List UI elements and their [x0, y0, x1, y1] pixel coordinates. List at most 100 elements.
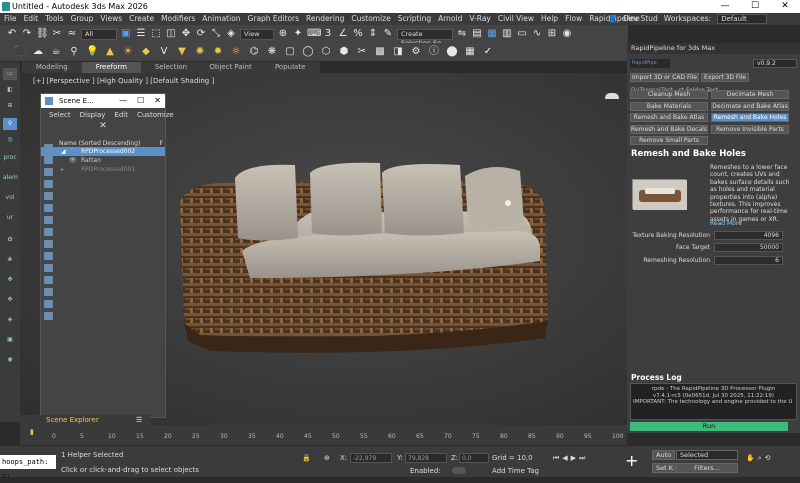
scene-minimize-button[interactable]: —: [119, 94, 127, 108]
timeline[interactable]: ▮ 0 5 10 15 20 25 30 35 40 45 50 55 60 65 70 75 80 85 90 95…: [20, 425, 627, 445]
collapse-icon[interactable]: ▸: [61, 165, 64, 174]
expand-icon[interactable]: ◢: [61, 147, 66, 156]
toggle-layer-explorer-icon[interactable]: ▥: [501, 28, 513, 40]
redo-icon[interactable]: ↷: [21, 28, 33, 40]
utility-icon-4[interactable]: ✥: [3, 294, 17, 306]
scene-maximize-button[interactable]: ☐: [137, 94, 144, 108]
scale-icon[interactable]: ⤡: [210, 28, 222, 40]
filter-shapes-icon[interactable]: [44, 156, 53, 164]
filter-geometry-icon[interactable]: [44, 144, 53, 152]
menu-file[interactable]: File: [4, 13, 17, 25]
add-time-tag-button[interactable]: Add Time Tag: [492, 467, 539, 475]
unlink-icon[interactable]: ✂: [51, 28, 63, 40]
select-manipulate-icon[interactable]: ✦: [292, 28, 304, 40]
filter-xrefs-icon[interactable]: [44, 228, 53, 236]
user-icon[interactable]: 👤: [608, 13, 617, 25]
filter-all-icon[interactable]: [44, 288, 53, 296]
add-key-icon[interactable]: +: [625, 451, 638, 470]
curve-editor-icon[interactable]: ∿: [531, 28, 543, 40]
tab-object-paint[interactable]: Object Paint: [201, 62, 261, 73]
list-item[interactable]: 👁 Rattan: [41, 156, 165, 165]
close-button[interactable]: ✕: [770, 0, 800, 13]
decimate-mesh-button[interactable]: Decimate Mesh: [711, 90, 789, 99]
scene-menu-edit[interactable]: Edit: [114, 111, 128, 119]
filter-bones-icon[interactable]: [44, 240, 53, 248]
remesh-bake-decals-button[interactable]: Remesh and Bake Decals: [630, 125, 708, 134]
vray-icon[interactable]: V: [158, 46, 170, 58]
filter-helpers-icon[interactable]: [44, 192, 53, 200]
filter-invert-icon[interactable]: [44, 312, 53, 320]
utility-icon-3[interactable]: ✤: [3, 274, 17, 286]
remeshing-resolution-input[interactable]: 6: [714, 256, 783, 265]
placement-icon[interactable]: ◈: [225, 28, 237, 40]
filter-lights-icon[interactable]: [44, 168, 53, 176]
modify-panel-icon[interactable]: ◧: [3, 84, 17, 96]
skylight-icon[interactable]: ☀: [122, 46, 134, 58]
display-panel-icon[interactable]: ◎: [3, 134, 17, 146]
angle-snap-icon[interactable]: ∠: [337, 28, 349, 40]
menu-help[interactable]: Help: [541, 13, 558, 25]
vray-vfb-icon[interactable]: ◨: [392, 46, 404, 58]
remesh-bake-holes-button[interactable]: Remesh and Bake Holes: [711, 113, 789, 122]
menu-flow[interactable]: Flow: [565, 13, 582, 25]
menu-customize[interactable]: Customize: [351, 13, 390, 25]
vray-settings-icon[interactable]: ⚙: [410, 46, 422, 58]
vray-decal-icon[interactable]: ⬡: [320, 46, 332, 58]
undo-icon[interactable]: ↶: [6, 28, 18, 40]
toggle-scene-explorer-icon[interactable]: ▦: [486, 28, 498, 40]
utility-icon-2[interactable]: ❀: [3, 254, 17, 266]
menu-modifiers[interactable]: Modifiers: [161, 13, 195, 25]
vray-mesh-icon[interactable]: ⬢: [338, 46, 350, 58]
time-slider-handle[interactable]: ▮: [30, 428, 38, 438]
material-editor-icon[interactable]: ◉: [561, 28, 573, 40]
list-item[interactable]: ▸ RPDProcessed001: [41, 165, 165, 174]
eye-icon[interactable]: 👁: [69, 156, 77, 165]
list-item[interactable]: ◢ RPDProcessed002: [41, 147, 165, 156]
vol-label[interactable]: vol: [3, 192, 17, 204]
render-setup-icon[interactable]: ⬛: [14, 46, 26, 58]
light-icon[interactable]: 💡: [86, 46, 98, 58]
remove-invisible-parts-button[interactable]: Remove Invisible Parts: [711, 125, 789, 134]
create-panel-icon[interactable]: ▭: [3, 68, 17, 80]
face-target-input[interactable]: 50000: [714, 243, 783, 252]
cleanup-mesh-button[interactable]: Cleanup Mesh: [630, 90, 708, 99]
vray-cosmos-icon[interactable]: ✓: [482, 46, 494, 58]
key-filters-button[interactable]: Filters...: [676, 463, 738, 473]
viewcube-icon[interactable]: [605, 93, 619, 99]
utility-icon-6[interactable]: ▣: [3, 334, 17, 346]
utility-icon-1[interactable]: ✿: [3, 234, 17, 246]
edit-named-sets-icon[interactable]: ✎: [382, 28, 394, 40]
layers-icon[interactable]: ☰: [136, 415, 142, 425]
ur-label[interactable]: ur: [3, 212, 17, 224]
schematic-view-icon[interactable]: ⊞: [546, 28, 558, 40]
tab-selection[interactable]: Selection: [141, 62, 201, 73]
x-coordinate-input[interactable]: -22,979: [350, 453, 392, 463]
vray-info-icon[interactable]: ⓘ: [428, 46, 440, 58]
remove-small-parts-button[interactable]: Remove Small Parts: [630, 136, 708, 145]
vray-light-icon[interactable]: ✺: [194, 46, 206, 58]
vray-dome-icon[interactable]: ☼: [230, 46, 242, 58]
spinner-snap-icon[interactable]: ⇕: [367, 28, 379, 40]
scene-menu-display[interactable]: Display: [80, 111, 106, 119]
scene-close-button[interactable]: ✕: [154, 94, 161, 108]
vray-proxy-icon[interactable]: ⌬: [248, 46, 260, 58]
decimate-bake-atlas-button[interactable]: Decimate and Bake Atlas: [711, 102, 789, 111]
vray-library-icon[interactable]: ▦: [464, 46, 476, 58]
minimize-button[interactable]: —: [710, 0, 740, 13]
run-button[interactable]: Run: [630, 422, 788, 431]
lock-icon[interactable]: 🔒: [302, 454, 311, 462]
remesh-bake-atlas-button[interactable]: Remesh and Bake Atlas: [630, 113, 708, 122]
render-icon[interactable]: ☕: [50, 46, 62, 58]
menu-tools[interactable]: Tools: [45, 13, 63, 25]
scene-menu-select[interactable]: Select: [49, 111, 71, 119]
tab-freeform[interactable]: Freeform: [81, 62, 142, 73]
filter-hidden-icon[interactable]: [44, 276, 53, 284]
menu-rendering[interactable]: Rendering: [306, 13, 344, 25]
export-button[interactable]: Export 3D File: [701, 73, 749, 82]
vray-render-icon[interactable]: ▼: [176, 46, 188, 58]
name-column-header[interactable]: Name (Sorted Descending) F: [41, 140, 165, 147]
percent-snap-icon[interactable]: %: [352, 28, 364, 40]
snap-toggle-icon[interactable]: 3: [322, 28, 334, 40]
import-button[interactable]: Import 3D or CAD File: [630, 73, 699, 82]
scene-explorer-footer[interactable]: Scene Explorer ☰: [20, 415, 150, 425]
